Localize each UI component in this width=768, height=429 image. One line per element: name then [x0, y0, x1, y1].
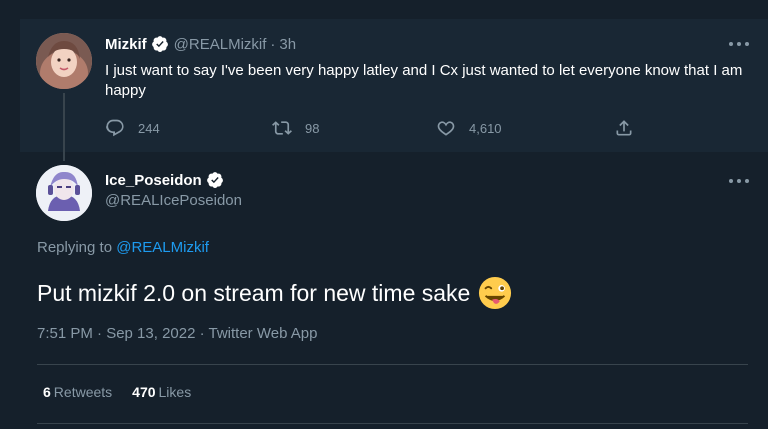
share-button[interactable] — [614, 118, 647, 138]
header-separator: · — [270, 35, 276, 53]
like-icon — [437, 121, 455, 136]
main-tweet-text: Put mizkif 2.0 on stream for new time sa… — [37, 280, 471, 306]
tweet-timestamp[interactable]: 7:51 PM · Sep 13, 2022 · Twitter Web App — [37, 325, 317, 342]
retweet-icon — [272, 121, 292, 135]
main-handle[interactable]: @REALIcePoseidon — [105, 192, 242, 209]
tweet-stats: 6 Retweets 470 Likes — [43, 384, 211, 400]
likes-label: Likes — [158, 384, 192, 400]
divider-top — [37, 364, 748, 365]
main-avatar[interactable] — [36, 165, 92, 221]
top-strip — [0, 0, 768, 19]
replying-to: Replying to @REALMizkif — [37, 239, 209, 256]
reply-count: 244 — [138, 120, 160, 136]
parent-tweet-header: Mizkif @REALMizkif · 3h — [105, 34, 296, 54]
main-tweet-text-row: Put mizkif 2.0 on stream for new time sa… — [37, 276, 512, 310]
parent-tweet-text: I just want to say I've been very happy … — [105, 62, 743, 99]
retweet-count: 98 — [305, 120, 320, 136]
replying-prefix: Replying to — [37, 239, 113, 256]
main-more-icon[interactable] — [729, 177, 749, 185]
reply-button[interactable]: 244 — [105, 118, 160, 138]
replying-to-link[interactable]: @REALMizkif — [116, 239, 209, 256]
parent-more-icon[interactable] — [729, 40, 749, 48]
like-button[interactable]: 4,610 — [436, 118, 502, 138]
parent-handle[interactable]: @REALMizkif — [174, 36, 267, 53]
verified-badge-icon — [206, 172, 223, 188]
main-avatar-image — [36, 165, 92, 221]
retweets-label: Retweets — [53, 384, 113, 400]
likes-count: 470 — [132, 384, 156, 400]
verified-badge-icon — [151, 36, 168, 52]
main-tweet-header: Ice_Poseidon — [105, 170, 229, 190]
thread-connector-line — [63, 93, 65, 161]
winking-face-with-tongue-emoji — [479, 276, 512, 310]
likes-stat[interactable]: 470 Likes — [132, 384, 191, 400]
parent-display-name[interactable]: Mizkif — [105, 36, 147, 53]
retweet-button[interactable]: 98 — [272, 118, 319, 138]
divider-bottom — [37, 423, 748, 424]
share-icon — [616, 120, 632, 136]
parent-avatar[interactable] — [36, 33, 92, 89]
main-display-name[interactable]: Ice_Poseidon — [105, 172, 202, 189]
like-count: 4,610 — [469, 120, 502, 136]
parent-avatar-image — [36, 33, 92, 89]
parent-time[interactable]: 3h — [279, 36, 296, 53]
retweets-count: 6 — [43, 384, 51, 400]
retweets-stat[interactable]: 6 Retweets — [43, 384, 112, 400]
reply-icon — [106, 119, 124, 137]
